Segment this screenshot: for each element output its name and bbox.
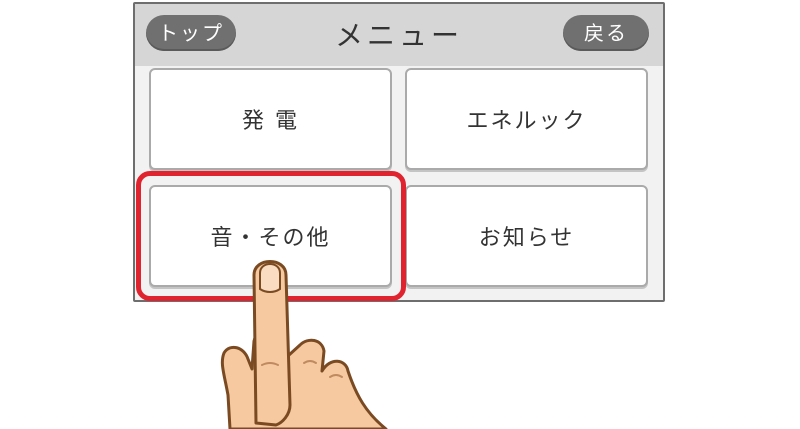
menu-button-notices[interactable]: お知らせ bbox=[405, 185, 648, 287]
menu-button-power-generation[interactable]: 発 電 bbox=[149, 68, 392, 170]
header-bar: トップ メニュー 戻る bbox=[135, 4, 663, 66]
finger-pointer-icon bbox=[220, 260, 388, 429]
back-button[interactable]: 戻る bbox=[563, 15, 649, 51]
menu-button-enelook[interactable]: エネルック bbox=[405, 68, 648, 170]
